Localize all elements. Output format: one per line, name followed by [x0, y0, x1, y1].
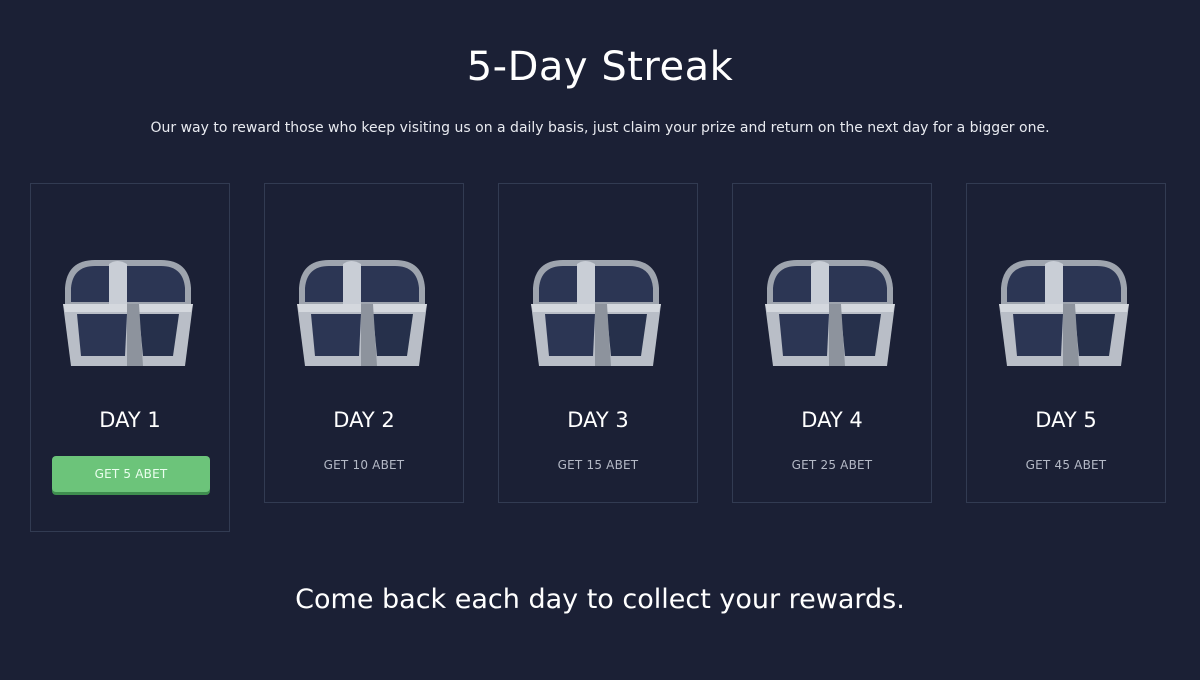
footer-message: Come back each day to collect your rewar… [295, 584, 905, 615]
day-card-1: DAY 1 GET 5 ABET [30, 183, 230, 532]
treasure-chest-icon [531, 260, 661, 366]
reward-amount: GET 10 ABET [323, 458, 405, 472]
day-label: DAY 5 [1035, 408, 1097, 432]
day-label: DAY 2 [333, 408, 395, 432]
treasure-chest-icon [765, 260, 895, 366]
page-subtitle: Our way to reward those who keep visitin… [150, 120, 1050, 136]
day-card-4: DAY 4 GET 25 ABET [732, 183, 932, 503]
treasure-chest-icon [297, 260, 427, 366]
day-card-2: DAY 2 GET 10 ABET [264, 183, 464, 503]
day-label: DAY 1 [99, 408, 161, 432]
day-label: DAY 3 [567, 408, 629, 432]
claim-reward-button[interactable]: GET 5 ABET [52, 456, 210, 492]
reward-amount: GET 25 ABET [791, 458, 873, 472]
treasure-chest-icon [999, 260, 1129, 366]
treasure-chest-icon [63, 260, 193, 366]
reward-amount: GET 15 ABET [557, 458, 639, 472]
day-label: DAY 4 [801, 408, 863, 432]
streak-page: 5-Day Streak Our way to reward those who… [0, 0, 1200, 680]
day-card-3: DAY 3 GET 15 ABET [498, 183, 698, 503]
day-card-5: DAY 5 GET 45 ABET [966, 183, 1166, 503]
page-title: 5-Day Streak [466, 44, 734, 90]
reward-amount: GET 45 ABET [1025, 458, 1107, 472]
